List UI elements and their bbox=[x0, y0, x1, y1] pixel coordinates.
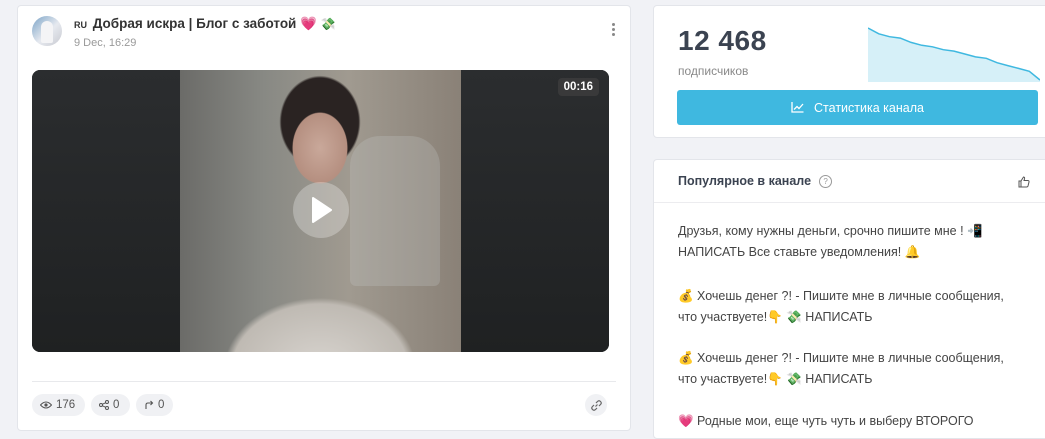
popular-post-line: 💰 Хочешь денег ?! - Пишите мне в личные … bbox=[678, 351, 1004, 365]
popular-post-line: что участвуете!👇 💸 НАПИСАТЬ bbox=[678, 372, 873, 386]
play-icon bbox=[312, 197, 332, 223]
play-button[interactable] bbox=[283, 182, 359, 238]
popular-post-1[interactable]: Друзья, кому нужны деньги, срочно пишите… bbox=[678, 221, 1008, 263]
eye-icon bbox=[40, 401, 52, 409]
forwards-count: 0 bbox=[158, 399, 165, 411]
link-icon bbox=[590, 399, 602, 411]
forwards-counter[interactable]: 0 bbox=[136, 394, 173, 416]
channel-avatar[interactable] bbox=[32, 16, 62, 46]
channel-stats-label: Статистика канала bbox=[814, 100, 924, 115]
subscribers-label: подписчиков bbox=[678, 64, 749, 78]
shares-counter[interactable]: 0 bbox=[91, 394, 130, 416]
video-blur-right bbox=[461, 70, 609, 352]
popular-card: Популярное в канале ? Друзья, кому нужны… bbox=[653, 159, 1045, 439]
shares-count: 0 bbox=[113, 399, 120, 411]
popular-post-2[interactable]: 💰 Хочешь денег ?! - Пишите мне в личные … bbox=[678, 286, 1008, 328]
post-divider bbox=[32, 381, 616, 382]
help-icon[interactable]: ? bbox=[819, 174, 833, 188]
popular-post-line: НАПИСАТЬ Все ставьте уведомления! 🔔 bbox=[678, 245, 921, 259]
line-chart-icon bbox=[791, 102, 804, 113]
share-icon bbox=[99, 400, 109, 410]
popular-post-line: Друзья, кому нужны деньги, срочно пишите… bbox=[678, 224, 983, 238]
subscribers-sparkline bbox=[868, 27, 1040, 82]
copy-link-button[interactable] bbox=[585, 394, 607, 416]
channel-stats-button[interactable]: Статистика канала bbox=[677, 90, 1038, 125]
heart-emoji: 💗 bbox=[300, 16, 317, 31]
video-player[interactable]: 00:16 bbox=[32, 70, 609, 352]
forward-icon bbox=[145, 400, 154, 409]
more-options-icon[interactable] bbox=[612, 23, 616, 38]
sparkline-area bbox=[868, 28, 1040, 82]
money-emoji: 💸 bbox=[320, 17, 336, 31]
popular-divider bbox=[654, 202, 1045, 203]
popular-post-4[interactable]: 💗 Родные мои, еще чуть чуть и выберу ВТО… bbox=[678, 411, 1008, 432]
popular-post-line: 💗 Родные мои, еще чуть чуть и выберу ВТО… bbox=[678, 414, 974, 428]
channel-title[interactable]: RU Добрая искра | Блог с заботой 💗 💸 bbox=[74, 16, 336, 32]
post-card: RU Добрая искра | Блог с заботой 💗 💸 9 D… bbox=[17, 5, 631, 431]
country-flag: RU bbox=[74, 20, 87, 30]
video-blur-left bbox=[32, 70, 180, 352]
subscribers-count: 12 468 bbox=[678, 25, 767, 56]
popular-title: Популярное в канале bbox=[678, 174, 812, 188]
post-date: 9 Dec, 16:29 bbox=[74, 37, 137, 49]
popular-post-line: что участвуете!👇 💸 НАПИСАТЬ bbox=[678, 310, 873, 324]
channel-name: Добрая искра | Блог с заботой bbox=[92, 16, 297, 31]
views-count: 176 bbox=[56, 399, 76, 411]
views-counter[interactable]: 176 bbox=[32, 394, 85, 416]
thumbs-up-icon[interactable] bbox=[1018, 176, 1030, 188]
popular-post-3[interactable]: 💰 Хочешь денег ?! - Пишите мне в личные … bbox=[678, 348, 1008, 390]
popular-post-line: 💰 Хочешь денег ?! - Пишите мне в личные … bbox=[678, 289, 1004, 303]
popular-header: Популярное в канале ? bbox=[678, 174, 833, 188]
video-duration: 00:16 bbox=[557, 78, 599, 96]
subscribers-card: 12 468 подписчиков Статистика канала bbox=[653, 5, 1045, 138]
